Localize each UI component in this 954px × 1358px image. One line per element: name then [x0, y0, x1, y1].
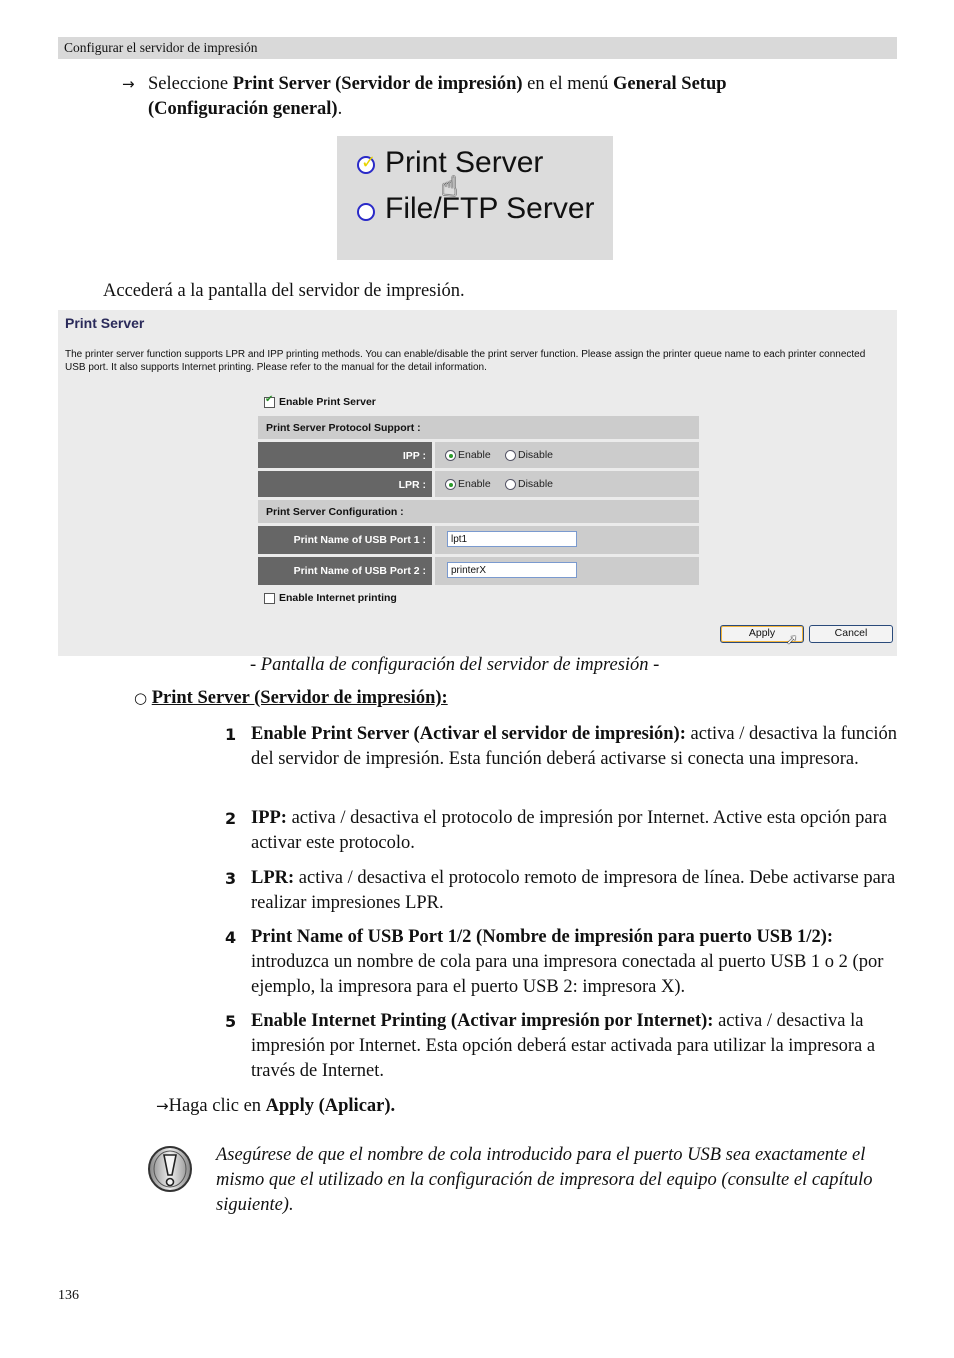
lpr-label-cell: LPR : [258, 471, 432, 497]
usb-port1-label-cell: Print Name of USB Port 1 : [258, 526, 432, 554]
check-icon: ✓ [361, 152, 377, 173]
list-item: 2 IPP: activa / desactiva el protocolo d… [225, 806, 900, 856]
page-number: 136 [58, 1288, 79, 1303]
step-suffix: . [337, 99, 343, 119]
list-item-number: 4 [225, 928, 237, 947]
lpr-row: LPR : Enable Disable [258, 471, 699, 497]
usb-port1-row: Print Name of USB Port 1 : [258, 526, 699, 554]
enable-print-server-checkbox[interactable]: ✔ [264, 394, 275, 408]
enable-internet-printing-label: Enable Internet printing [279, 592, 397, 604]
list-item-term: LPR: [251, 868, 295, 888]
intro-text: Accederá a la pantalla del servidor de i… [103, 281, 465, 301]
warning-exclamation-icon [147, 1145, 193, 1193]
arrow-right-icon: → [156, 1097, 169, 1115]
lpr-disable-label: Disable [518, 478, 554, 490]
mouse-pointer-icon: ➚ [786, 632, 798, 648]
list-item-number: 2 [225, 809, 237, 828]
final-instruction: →Haga clic en Apply (Aplicar). [156, 1096, 395, 1117]
step-bold-menu: General Setup [612, 74, 727, 94]
menu-item-file-ftp-server[interactable]: File/FTP Server [385, 192, 595, 226]
ipp-disable-label: Disable [518, 449, 554, 461]
figure-caption: - Pantalla de configuración del servidor… [250, 655, 660, 675]
step-prefix: Seleccione [148, 74, 233, 94]
list-item: 5 Enable Internet Printing (Activar impr… [225, 1009, 900, 1084]
panel-title: Print Server [65, 315, 145, 331]
section-heading-title: Print Server (Servidor de impresión): [151, 688, 448, 708]
list-item-term: Enable Internet Printing (Activar impres… [251, 1011, 714, 1031]
ipp-label-cell: IPP : [258, 442, 432, 468]
lpr-label: LPR : [398, 479, 426, 491]
usb-port1-input[interactable] [447, 531, 577, 547]
list-item-term: Enable Print Server (Activar el servidor… [251, 724, 686, 744]
ipp-enable-radio[interactable] [445, 450, 456, 461]
circle-bullet-icon: ○ [134, 689, 148, 707]
ipp-label: IPP : [402, 450, 426, 462]
final-bold: Apply (Aplicar). [265, 1096, 396, 1116]
arrow-right-icon: → [122, 75, 135, 93]
configuration-header-label: Print Server Configuration : [266, 506, 404, 518]
cancel-button[interactable]: Cancel [809, 625, 893, 643]
list-item-number: 5 [225, 1012, 237, 1031]
protocol-support-header: Print Server Protocol Support : [258, 416, 699, 439]
list-item-description: activa / desactiva el protocolo de impre… [251, 808, 887, 853]
step-bold-menu-item: Print Server (Servidor de impresión) [232, 74, 523, 94]
usb-port2-label-cell: Print Name of USB Port 2 : [258, 557, 432, 585]
lpr-enable-radio[interactable] [445, 479, 456, 490]
lpr-disable-radio[interactable] [505, 479, 516, 490]
enable-print-server-label: Enable Print Server [279, 396, 376, 408]
list-item-term: Print Name of USB Port 1/2 (Nombre de im… [251, 927, 834, 947]
usb-port2-value-cell [435, 557, 699, 585]
configuration-header: Print Server Configuration : [258, 500, 699, 523]
lpr-enable-label: Enable [458, 478, 491, 490]
panel-description: The printer server function supports LPR… [65, 349, 866, 373]
ipp-value-cell: Enable Disable [435, 442, 699, 468]
menu-screenshot: ✓ Print Server ☝ File/FTP Server [337, 136, 613, 260]
usb-port1-label: Print Name of USB Port 1 : [293, 534, 426, 546]
checkmark-icon: ✔ [265, 394, 274, 405]
usb-port2-label: Print Name of USB Port 2 : [293, 565, 426, 577]
instruction-step: → Seleccione Print Server (Servidor de i… [122, 72, 822, 119]
warning-text: Asegúrese de que el nombre de cola intro… [216, 1145, 873, 1215]
list-item: 1 Enable Print Server (Activar el servid… [225, 722, 900, 772]
print-server-panel: Print Server The printer server function… [58, 310, 897, 656]
list-item-description: introduzca un nombre de cola para una im… [251, 952, 884, 997]
lpr-value-cell: Enable Disable [435, 471, 699, 497]
menu-item-print-server[interactable]: Print Server [385, 146, 543, 180]
radio-print-server[interactable]: ✓ [357, 152, 376, 174]
usb-port2-row: Print Name of USB Port 2 : [258, 557, 699, 585]
section-heading: ○ Print Server (Servidor de impresión): [134, 688, 448, 709]
ipp-row: IPP : Enable Disable [258, 442, 699, 468]
list-item: 3 LPR: activa / desactiva el protocolo r… [225, 866, 900, 916]
running-header: Configurar el servidor de impresión [58, 37, 897, 59]
usb-port1-value-cell [435, 526, 699, 554]
list-item-description: activa / desactiva el protocolo remoto d… [251, 868, 896, 913]
step-bold-menu-es: (Configuración general) [148, 99, 338, 119]
usb-port2-input[interactable] [447, 562, 577, 578]
radio-file-ftp-server[interactable] [357, 203, 375, 221]
protocol-support-header-label: Print Server Protocol Support : [266, 422, 421, 434]
step-middle: en el menú [522, 74, 613, 94]
list-item-number: 1 [225, 725, 237, 744]
ipp-disable-radio[interactable] [505, 450, 516, 461]
list-item: 4 Print Name of USB Port 1/2 (Nombre de … [225, 925, 900, 1000]
enable-internet-printing-checkbox[interactable] [264, 593, 275, 604]
final-prefix: Haga clic en [168, 1096, 266, 1116]
list-item-term: IPP: [251, 808, 287, 828]
list-item-number: 3 [225, 869, 237, 888]
running-header-title: Configurar el servidor de impresión [64, 40, 258, 55]
ipp-enable-label: Enable [458, 449, 491, 461]
